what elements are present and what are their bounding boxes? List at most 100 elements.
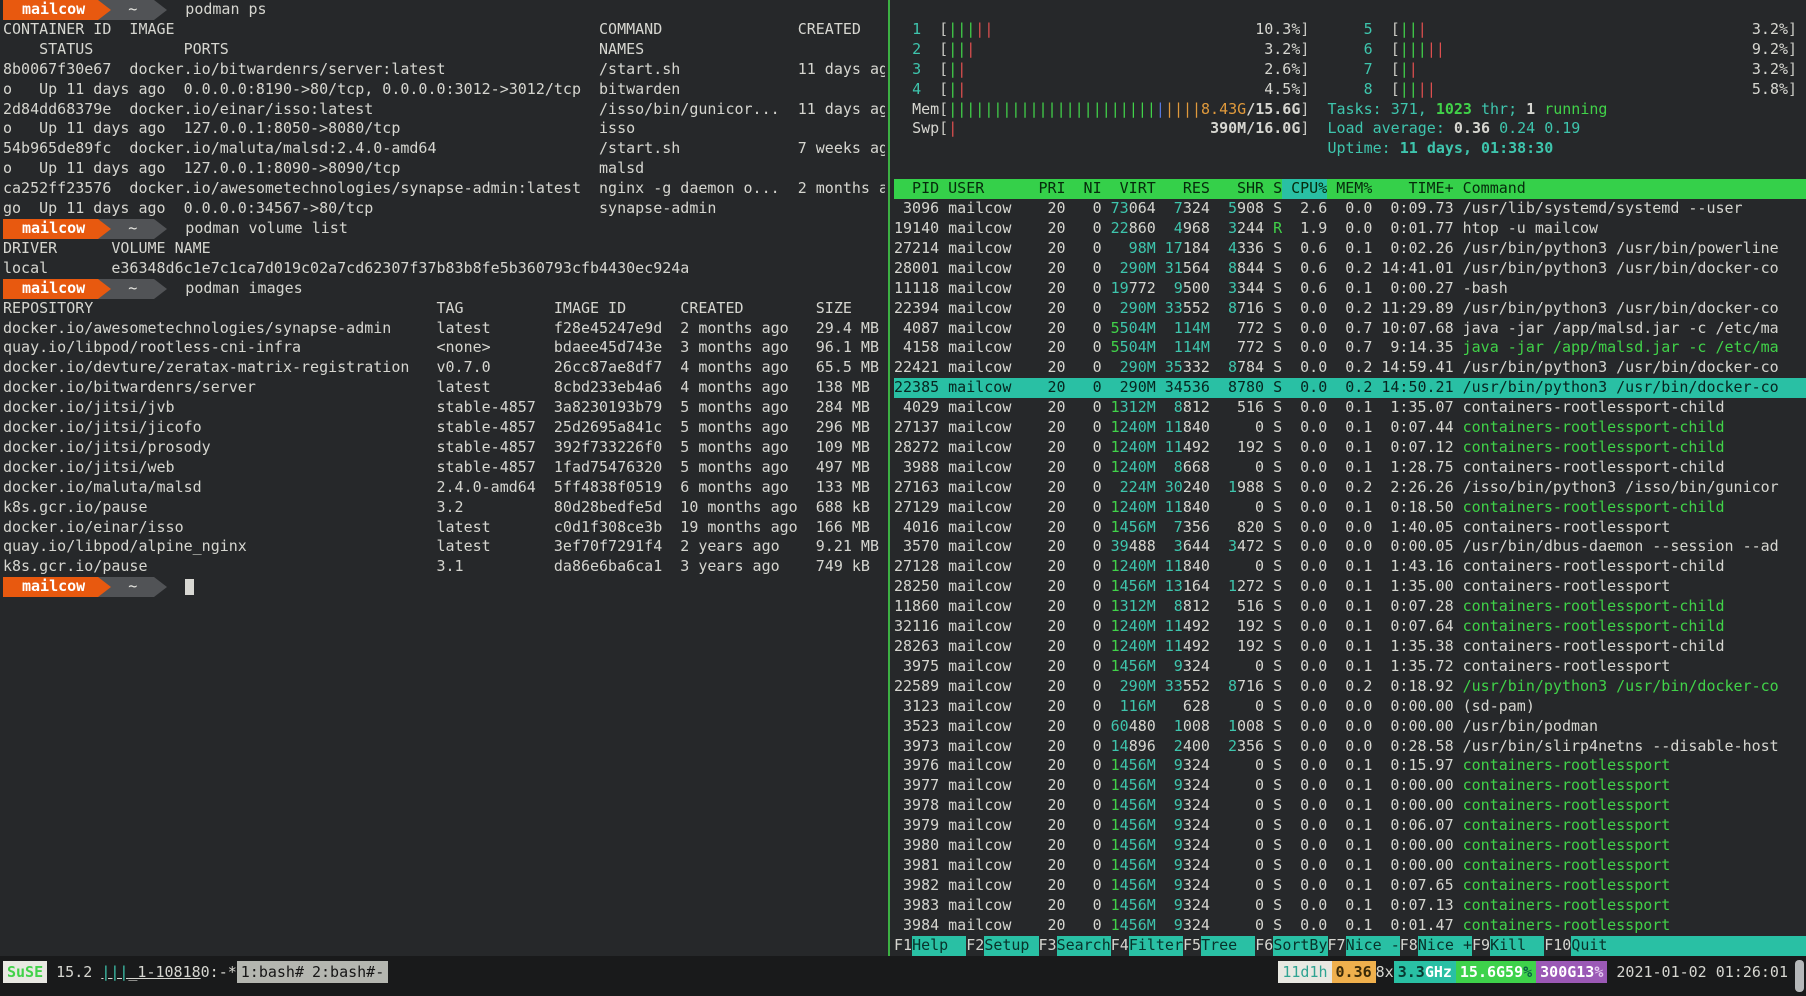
column-header-command[interactable]: Command bbox=[1454, 179, 1526, 199]
process-cell: 9324 bbox=[1156, 836, 1210, 856]
process-cell: 20 bbox=[1029, 617, 1065, 637]
process-row[interactable]: 27214mailcow20098M171844336S0.60.10:02.2… bbox=[894, 239, 1806, 259]
process-cell: 0 bbox=[1066, 299, 1102, 319]
tmux-window-0[interactable]: 0:-* bbox=[201, 961, 237, 983]
process-row[interactable]: 3973mailcow2001489624002356S0.00.00:28.5… bbox=[894, 737, 1806, 757]
process-row[interactable]: 4087mailcow2005504M114M772S0.00.710:07.6… bbox=[894, 319, 1806, 339]
process-row[interactable]: 3096mailcow2007306473245908S2.60.00:09.7… bbox=[894, 199, 1806, 219]
tmux-window-2[interactable]: 2:bash#- bbox=[308, 961, 388, 983]
mem-kb-part: 240 bbox=[1183, 478, 1210, 496]
meter-bar-green: | bbox=[948, 20, 957, 38]
tmux-window-1[interactable]: 1:bash# bbox=[237, 961, 308, 983]
process-row[interactable]: 11860mailcow2001312M8812516S0.00.10:07.2… bbox=[894, 597, 1806, 617]
column-header-time[interactable]: TIME+ bbox=[1372, 179, 1453, 199]
mem-kb-part: 844 bbox=[1237, 259, 1264, 277]
process-value: 0.0 bbox=[1300, 597, 1327, 615]
meter-bar-red: | bbox=[966, 40, 975, 58]
process-row[interactable]: 27129mailcow2001240M118400S0.00.10:18.50… bbox=[894, 498, 1806, 518]
cpu-meter-8: [||||5.8%] bbox=[1391, 80, 1797, 98]
process-cell: 8716 bbox=[1210, 299, 1264, 319]
terminal-cursor bbox=[185, 579, 194, 595]
column-header-user[interactable]: USER bbox=[939, 179, 1029, 199]
process-state: S bbox=[1273, 637, 1282, 655]
process-row[interactable]: 27137mailcow2001240M118400S0.00.10:07.44… bbox=[894, 418, 1806, 438]
process-row[interactable]: 3523mailcow2006048010081008S0.00.00:00.0… bbox=[894, 717, 1806, 737]
process-row[interactable]: 11118mailcow2001977295003344S0.60.10:00.… bbox=[894, 279, 1806, 299]
mem-kb-part: 0 bbox=[1255, 557, 1264, 575]
process-command: containers-rootlessport bbox=[1463, 836, 1671, 854]
fn-button-kill[interactable]: Kill bbox=[1490, 936, 1544, 956]
meter-bars: |||| bbox=[1400, 80, 1436, 100]
process-cell: 1456M bbox=[1102, 916, 1156, 936]
process-row[interactable]: 3984mailcow2001456M93240S0.00.10:01.47co… bbox=[894, 916, 1806, 936]
fn-button-tree[interactable]: Tree bbox=[1201, 936, 1255, 956]
process-value: 14:41.01 bbox=[1381, 259, 1453, 277]
process-cell: 9324 bbox=[1156, 796, 1210, 816]
column-header-res[interactable]: RES bbox=[1156, 179, 1210, 199]
process-row[interactable]: 19140mailcow2002286049683244R1.90.00:01.… bbox=[894, 219, 1806, 239]
scrollbar-thumb[interactable] bbox=[1795, 960, 1804, 992]
process-row[interactable]: 3982mailcow2001456M93240S0.00.10:07.65co… bbox=[894, 876, 1806, 896]
process-row[interactable]: 28272mailcow2001240M11492192S0.00.10:07.… bbox=[894, 438, 1806, 458]
process-row[interactable]: 28250mailcow2001456M131641272S0.00.11:35… bbox=[894, 577, 1806, 597]
process-row[interactable]: 22589mailcow200290M335528716S0.00.20:18.… bbox=[894, 677, 1806, 697]
process-row[interactable]: 3981mailcow2001456M93240S0.00.10:00.00co… bbox=[894, 856, 1806, 876]
process-row[interactable]: 28001mailcow200290M315648844S0.60.214:41… bbox=[894, 259, 1806, 279]
process-cell: S bbox=[1264, 537, 1282, 557]
column-header-ni[interactable]: NI bbox=[1066, 179, 1102, 199]
process-row[interactable]: 4016mailcow2001456M7356820S0.00.01:40.05… bbox=[894, 518, 1806, 538]
process-value: 0.0 bbox=[1345, 737, 1372, 755]
process-row[interactable]: 3978mailcow2001456M93240S0.00.10:00.00co… bbox=[894, 796, 1806, 816]
fn-button-help[interactable]: Help bbox=[912, 936, 966, 956]
process-row[interactable]: 3975mailcow2001456M93240S0.00.11:35.72co… bbox=[894, 657, 1806, 677]
column-header-shr[interactable]: SHR bbox=[1210, 179, 1264, 199]
process-row[interactable]: 4158mailcow2005504M114M772S0.00.79:14.35… bbox=[894, 338, 1806, 358]
powerline-arrow-icon bbox=[154, 577, 167, 597]
column-header-virt[interactable]: VIRT bbox=[1102, 179, 1156, 199]
process-cell: 0.0 bbox=[1282, 637, 1327, 657]
process-row[interactable]: 28263mailcow2001240M11492192S0.00.11:35.… bbox=[894, 637, 1806, 657]
fn-button-sortby[interactable]: SortBy bbox=[1273, 936, 1327, 956]
column-header-cpu[interactable]: CPU% bbox=[1282, 179, 1327, 199]
cpu-meter-4: [||4.5%] bbox=[939, 80, 1309, 98]
fn-button-nice[interactable]: Nice + bbox=[1418, 936, 1472, 956]
process-cell: 3344 bbox=[1210, 279, 1264, 299]
mem-kb-part: 840 bbox=[1183, 498, 1210, 516]
process-row[interactable]: 3123mailcow200116M6280S0.00.00:00.00(sd-… bbox=[894, 697, 1806, 717]
fn-button-nice[interactable]: Nice - bbox=[1346, 936, 1400, 956]
process-cell: 1312M bbox=[1102, 398, 1156, 418]
process-row[interactable]: 3977mailcow2001456M93240S0.00.10:00.00co… bbox=[894, 776, 1806, 796]
process-row[interactable]: 32116mailcow2001240M11492192S0.00.10:07.… bbox=[894, 617, 1806, 637]
session-name[interactable]: |||_1-10818 bbox=[101, 961, 200, 983]
process-row[interactable]: 3570mailcow2003948836443472S0.00.00:00.0… bbox=[894, 537, 1806, 557]
terminal-line: docker.io/devture/zeratax-matrix-registr… bbox=[3, 358, 885, 378]
process-row[interactable]: 22421mailcow200290M353328784S0.00.214:59… bbox=[894, 358, 1806, 378]
process-row[interactable]: 3980mailcow2001456M93240S0.00.10:00.00co… bbox=[894, 836, 1806, 856]
cpu-meter-7: [||3.2%] bbox=[1391, 60, 1797, 78]
column-header-pri[interactable]: PRI bbox=[1029, 179, 1065, 199]
fn-button-filter[interactable]: Filter bbox=[1129, 936, 1183, 956]
process-row[interactable]: 3979mailcow2001456M93240S0.00.10:06.07co… bbox=[894, 816, 1806, 836]
process-row[interactable]: 3988mailcow2001240M86680S0.00.11:28.75co… bbox=[894, 458, 1806, 478]
process-row[interactable]: 4029mailcow2001312M8812516S0.00.11:35.07… bbox=[894, 398, 1806, 418]
process-row[interactable]: 27163mailcow200224M302401988S0.00.22:26.… bbox=[894, 478, 1806, 498]
process-state: S bbox=[1273, 438, 1282, 456]
process-state: S bbox=[1273, 876, 1282, 894]
meter-bars: ||||| bbox=[1400, 40, 1445, 60]
fn-button-quit[interactable]: Quit bbox=[1571, 936, 1625, 956]
column-header-mem[interactable]: MEM% bbox=[1327, 179, 1372, 199]
process-cell: S bbox=[1264, 697, 1282, 717]
process-row[interactable]: 3976mailcow2001456M93240S0.00.10:15.97co… bbox=[894, 756, 1806, 776]
process-row[interactable]: 3983mailcow2001456M93240S0.00.10:07.13co… bbox=[894, 896, 1806, 916]
fn-button-setup[interactable]: Setup bbox=[984, 936, 1038, 956]
process-row-selected[interactable]: 22385mailcow200290M345368780S0.00.214:50… bbox=[894, 378, 1806, 398]
process-cell: 33552 bbox=[1156, 677, 1210, 697]
fn-button-search[interactable]: Search bbox=[1057, 936, 1111, 956]
column-header-s[interactable]: S bbox=[1264, 179, 1282, 199]
column-header-pid[interactable]: PID bbox=[894, 179, 939, 199]
process-row[interactable]: 27128mailcow2001240M118400S0.00.11:43.16… bbox=[894, 557, 1806, 577]
cpu-meter-row: 1 [|||||10.3%] 5 [|||3.2%] bbox=[894, 20, 1806, 40]
process-value: 0:00.00 bbox=[1390, 856, 1453, 874]
process-row[interactable]: 22394mailcow200290M335528716S0.00.211:29… bbox=[894, 299, 1806, 319]
process-command: /usr/bin/dbus-daemon --session --ad bbox=[1463, 537, 1779, 555]
